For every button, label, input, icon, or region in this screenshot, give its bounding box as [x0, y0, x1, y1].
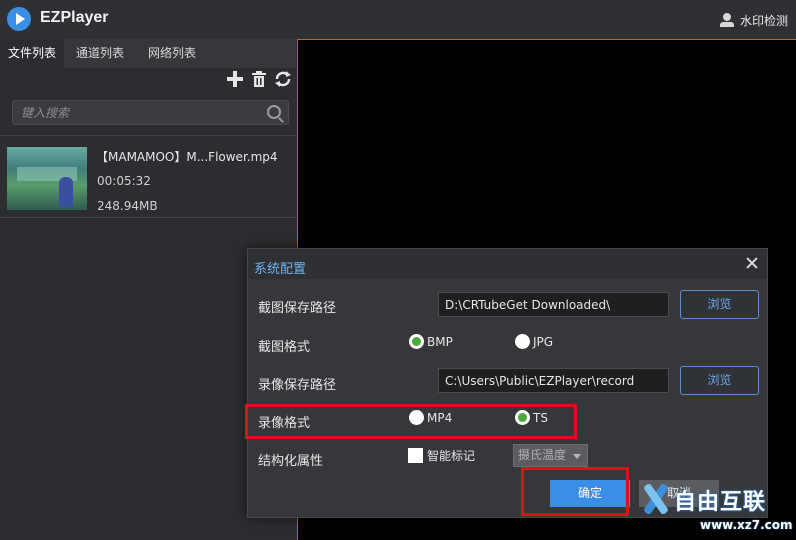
- dialog-header: 系统配置: [248, 249, 767, 279]
- tab-network-list[interactable]: 网络列表: [136, 39, 208, 68]
- record-format-highlight: [245, 404, 577, 439]
- smart-mark-checkbox[interactable]: 智能标记: [408, 447, 475, 464]
- watermark-detect-label: 水印检测: [739, 13, 788, 28]
- ok-button-highlight: [521, 467, 629, 516]
- list-item[interactable]: 【MAMAMOO】M...Flower.mp4 00:05:32 248.94M…: [0, 139, 296, 219]
- screenshot-path-label: 截图保存路径: [258, 301, 337, 316]
- screenshot-browse-button[interactable]: 浏览: [680, 290, 759, 319]
- radio-jpg[interactable]: JPG: [515, 334, 553, 349]
- close-icon[interactable]: [745, 256, 759, 270]
- divider: [0, 135, 296, 136]
- screenshot-path-input[interactable]: [438, 292, 669, 317]
- radio-checked-icon: [409, 334, 424, 349]
- site-watermark-text: 自由互联: [674, 490, 767, 515]
- structured-attr-label: 结构化属性: [258, 454, 324, 469]
- divider: [0, 217, 296, 218]
- site-watermark-url: www.xz7.com: [700, 518, 793, 532]
- tab-file-list[interactable]: 文件列表: [0, 39, 65, 68]
- system-config-dialog: 系统配置 截图保存路径 浏览 截图格式 BMP JPG 录像保存路径 浏览 录像…: [247, 248, 768, 518]
- list-toolbar: [226, 70, 292, 88]
- list-tabs: 文件列表 通道列表 网络列表: [0, 39, 296, 68]
- record-path-label: 录像保存路径: [258, 378, 337, 393]
- radio-unchecked-icon: [515, 334, 530, 349]
- file-size: 248.94MB: [97, 199, 158, 213]
- search-input[interactable]: [21, 104, 261, 122]
- plus-icon[interactable]: [226, 70, 244, 88]
- file-name: 【MAMAMOO】M...Flower.mp4: [96, 150, 278, 164]
- site-watermark: 自由互联 www.xz7.com: [640, 480, 796, 540]
- smart-mark-label: 智能标记: [427, 449, 476, 463]
- video-thumbnail: [7, 147, 87, 210]
- site-logo-icon: [640, 482, 670, 514]
- temperature-unit-value: 摄氏温度: [518, 448, 567, 462]
- search-icon[interactable]: [267, 105, 281, 119]
- checkbox-icon: [408, 448, 423, 463]
- trash-icon[interactable]: [250, 70, 268, 88]
- title-bar: EZPlayer 水印检测: [0, 0, 796, 39]
- radio-bmp-label: BMP: [427, 334, 453, 349]
- user-upload-icon: [719, 13, 734, 27]
- screenshot-format-label: 截图格式: [258, 340, 311, 355]
- radio-bmp[interactable]: BMP: [409, 334, 453, 349]
- tab-channel-list[interactable]: 通道列表: [64, 39, 136, 68]
- app-title: EZPlayer: [40, 9, 109, 26]
- app-logo-icon: [7, 7, 31, 31]
- loop-icon[interactable]: [274, 70, 292, 88]
- temperature-unit-select[interactable]: 摄氏温度: [513, 444, 588, 467]
- chevron-down-icon: [573, 454, 581, 459]
- record-path-input[interactable]: [438, 368, 669, 393]
- search-box: [12, 100, 289, 125]
- record-browse-button[interactable]: 浏览: [680, 366, 759, 395]
- watermark-detect-button[interactable]: 水印检测: [719, 10, 788, 30]
- file-duration: 00:05:32: [97, 174, 151, 188]
- dialog-title: 系统配置: [254, 262, 307, 277]
- radio-jpg-label: JPG: [533, 334, 554, 349]
